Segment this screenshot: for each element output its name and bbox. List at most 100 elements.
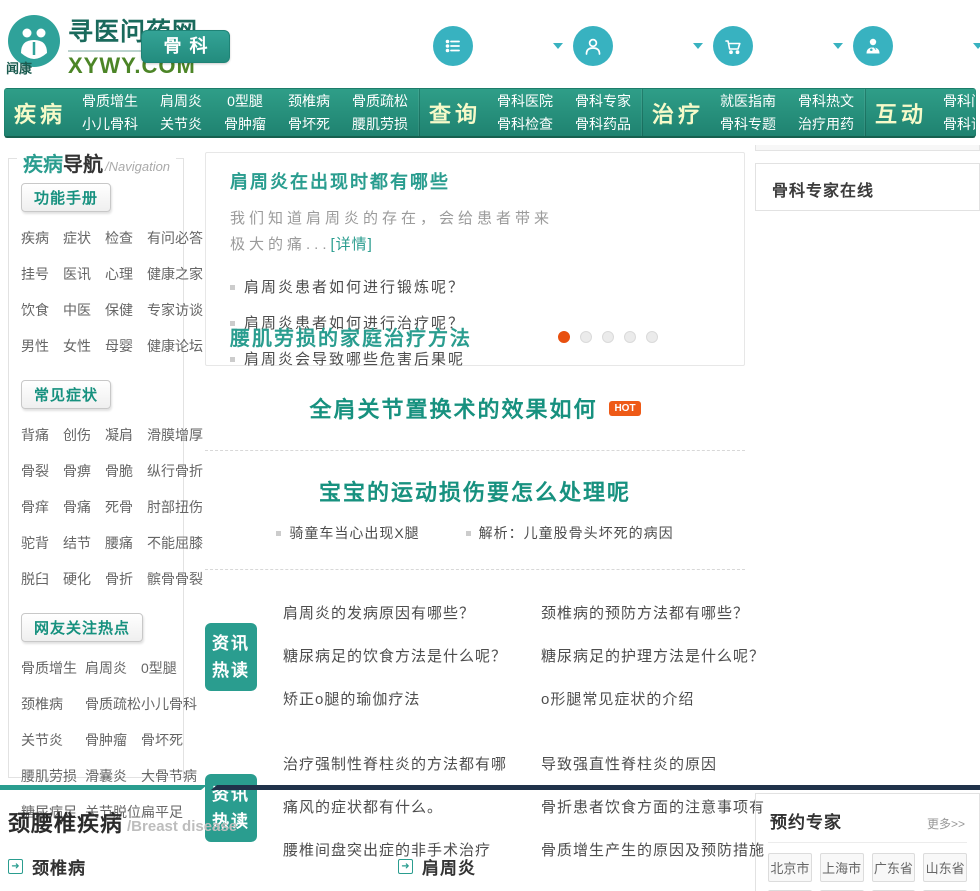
headline-link-2[interactable]: 宝宝的运动损伤要怎么处理呢 [319, 480, 631, 505]
sidebar-link[interactable]: 关节炎 [21, 730, 79, 750]
sidebar-link[interactable]: 骨裂 [21, 461, 53, 481]
hot-article-link[interactable]: 颈椎病的预防方法都有哪些？ [541, 592, 765, 635]
carousel-footer-title[interactable]: 腰肌劳损的家庭治疗方法 [230, 322, 472, 351]
sidebar-link[interactable]: 骨脆 [105, 461, 137, 481]
sidebar-link[interactable]: 男性 [21, 336, 53, 356]
sidebar-link[interactable]: 凝肩 [105, 425, 137, 445]
sidebar-link[interactable]: 滑囊炎 [85, 766, 135, 786]
sidebar-link[interactable]: 饮食 [21, 300, 53, 320]
nav-link[interactable]: 骨科专家 [566, 90, 640, 113]
doctor-icon[interactable] [853, 26, 893, 66]
sidebar-link[interactable]: 骨质增生 [21, 658, 79, 678]
sidebar-link[interactable]: 骨肿瘤 [85, 730, 135, 750]
department-button[interactable]: 骨科 [141, 30, 230, 63]
nav-label-interact[interactable]: 互动 [866, 97, 932, 129]
sidebar-link[interactable]: 母婴 [105, 336, 137, 356]
nav-link[interactable]: 肩周炎 [151, 90, 211, 113]
sub-link[interactable]: 骑童车当心出现X腿 [276, 523, 419, 543]
sidebar-link[interactable]: 有问必答 [147, 228, 203, 248]
sidebar-link[interactable]: 健康论坛 [147, 336, 203, 356]
hot-article-link[interactable]: o形腿常见症状的介绍 [541, 678, 765, 721]
nav-link[interactable]: 骨科论坛 [934, 113, 975, 136]
sidebar-link[interactable]: 骨质疏松 [85, 694, 141, 714]
sidebar-link[interactable]: 纵行骨折 [147, 461, 203, 481]
hot-article-link[interactable]: 矫正o腿的瑜伽疗法 [283, 678, 529, 721]
nav-link[interactable]: 骨科专题 [711, 113, 785, 136]
header-doctor-group[interactable] [853, 26, 980, 66]
group-tag-button[interactable]: 网友关注热点 [21, 613, 144, 642]
sidebar-link[interactable]: 骨折 [105, 569, 137, 589]
sidebar-link[interactable]: 肩周炎 [85, 658, 135, 678]
nav-link[interactable]: 就医指南 [711, 90, 785, 113]
group-tag-button[interactable]: 常见症状 [21, 380, 112, 409]
cart-icon[interactable] [713, 26, 753, 66]
nav-link[interactable]: 骨质疏松 [343, 90, 417, 113]
nav-label-disease[interactable]: 疾病 [5, 97, 71, 129]
sidebar-link[interactable]: 腰肌劳损 [21, 766, 79, 786]
sidebar-link[interactable]: 背痛 [21, 425, 53, 445]
user-icon[interactable] [573, 26, 613, 66]
nav-link[interactable]: 关节炎 [151, 113, 211, 136]
nav-link[interactable]: 小儿骨科 [73, 113, 147, 136]
chevron-down-icon[interactable] [553, 43, 563, 49]
carousel-dot[interactable] [624, 330, 636, 343]
sidebar-link[interactable]: 专家访谈 [147, 300, 203, 320]
sidebar-link[interactable]: 保健 [105, 300, 137, 320]
nav-link[interactable]: 骨肿瘤 [215, 113, 275, 136]
header-cart-group[interactable] [713, 26, 853, 66]
chevron-down-icon[interactable] [833, 43, 843, 49]
sidebar-link[interactable]: 0型腿 [141, 658, 197, 678]
sidebar-link[interactable]: 挂号 [21, 264, 53, 284]
sidebar-link[interactable]: 肘部扭伤 [147, 497, 203, 517]
nav-link[interactable]: 0型腿 [218, 90, 272, 113]
carousel-dot[interactable] [602, 330, 614, 343]
column-title-link[interactable]: 颈椎病 [32, 854, 86, 879]
sidebar-link[interactable]: 驼背 [21, 533, 53, 553]
sub-link[interactable]: 解析：儿童股骨头坏死的病因 [466, 523, 674, 543]
nav-link[interactable]: 骨科热文 [789, 90, 863, 113]
sidebar-link[interactable]: 检查 [105, 228, 137, 248]
nav-link[interactable]: 颈椎病 [279, 90, 339, 113]
hot-article-link[interactable]: 肩周炎的发病原因有哪些？ [283, 592, 529, 635]
detail-link[interactable]: [详情] [331, 236, 373, 253]
header-user-group[interactable] [573, 26, 713, 66]
sidebar-link[interactable]: 脱臼 [21, 569, 53, 589]
sidebar-link[interactable]: 骨痹 [63, 461, 95, 481]
nav-link[interactable]: 骨质增生 [73, 90, 147, 113]
nav-link[interactable]: 骨科问答 [934, 90, 975, 113]
sidebar-link[interactable]: 硬化 [63, 569, 95, 589]
sidebar-link[interactable]: 死骨 [105, 497, 137, 517]
nav-link[interactable]: 治疗用药 [789, 113, 863, 136]
carousel-question-link[interactable]: 肩周炎患者如何进行锻炼呢？ [230, 270, 720, 306]
sidebar-link[interactable]: 不能屈膝 [147, 533, 203, 553]
sidebar-link[interactable]: 颈椎病 [21, 694, 79, 714]
nav-link[interactable]: 骨科医院 [488, 90, 562, 113]
hot-article-link[interactable]: 糖尿病足的护理方法是什么呢？ [541, 635, 765, 678]
sidebar-link[interactable]: 滑膜增厚 [147, 425, 203, 445]
sidebar-link[interactable]: 大骨节病 [141, 766, 197, 786]
sidebar-link[interactable]: 小儿骨科 [141, 694, 197, 714]
nav-link[interactable]: 骨科药品 [566, 113, 640, 136]
sidebar-link[interactable]: 心理 [105, 264, 137, 284]
sidebar-link[interactable]: 创伤 [63, 425, 95, 445]
nav-link[interactable]: 骨坏死 [279, 113, 339, 136]
nav-label-treatment[interactable]: 治疗 [643, 97, 709, 129]
hot-article-link[interactable]: 治疗强制性脊柱炎的方法都有哪 [283, 743, 529, 786]
chevron-down-icon[interactable] [973, 43, 980, 49]
hot-article-link[interactable]: 导致强直性脊柱炎的原因 [541, 743, 765, 786]
carousel-dot[interactable] [580, 330, 592, 343]
group-tag-button[interactable]: 功能手册 [21, 183, 112, 212]
chevron-down-icon[interactable] [693, 43, 703, 49]
sidebar-link[interactable]: 骨痛 [63, 497, 95, 517]
sidebar-link[interactable]: 女性 [63, 336, 95, 356]
sidebar-link[interactable]: 医讯 [63, 264, 95, 284]
carousel-dot[interactable] [646, 330, 658, 343]
sidebar-link[interactable]: 髌骨骨裂 [147, 569, 203, 589]
menu-icon[interactable] [433, 26, 473, 66]
hot-article-link[interactable]: 糖尿病足的饮食方法是什么呢？ [283, 635, 529, 678]
carousel-dot[interactable] [558, 330, 570, 343]
column-title-link[interactable]: 肩周炎 [422, 854, 476, 879]
sidebar-link[interactable]: 骨痒 [21, 497, 53, 517]
sidebar-link[interactable]: 健康之家 [147, 264, 203, 284]
sidebar-link[interactable]: 腰痛 [105, 533, 137, 553]
